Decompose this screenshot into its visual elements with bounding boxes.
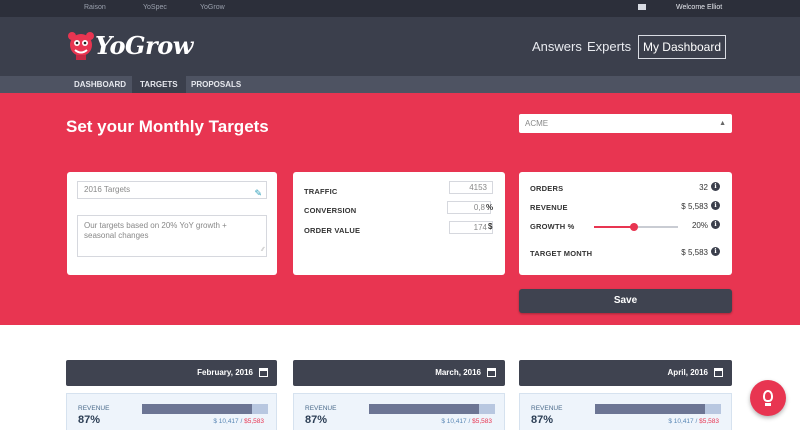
logo-wordmark[interactable]: YoGrow (95, 31, 193, 60)
month-title: April, 2016 (667, 368, 708, 377)
revenue-value: $ 5,583 (681, 202, 708, 211)
lightbulb-icon (763, 390, 773, 402)
conversion-unit: % (486, 203, 494, 212)
info-icon[interactable]: i (711, 247, 720, 256)
target-note-textarea[interactable]: Our targets based on 20% YoY growth + se… (77, 215, 267, 257)
calendar-icon[interactable] (259, 368, 268, 377)
conversion-input[interactable]: 0,8 (447, 201, 491, 214)
revenue-target: $5,583 (244, 418, 264, 425)
target-name-input[interactable]: 2016 Targets ✎ (77, 181, 267, 199)
order-value-unit: $ (488, 222, 493, 231)
growth-label: GROWTH % (530, 222, 575, 231)
revenue-progress-fill (595, 404, 705, 414)
revenue-progress-bar (595, 404, 721, 414)
nav-answers[interactable]: Answers (532, 39, 582, 54)
main-header: YoGrow Answers Experts My Dashboard (0, 17, 800, 76)
top-bar: Raison YoSpec YoGrow Welcome Elliot (0, 0, 800, 17)
traffic-input[interactable]: 4153 (449, 181, 493, 194)
conversion-label: CONVERSION (304, 206, 357, 215)
info-icon[interactable]: i (711, 201, 720, 210)
revenue-label: REVENUE (78, 405, 110, 412)
welcome-text: Welcome Elliot (676, 4, 723, 11)
revenue-actual: $ 10,417 (213, 418, 239, 425)
select-arrows-icon: ▲ (719, 120, 726, 127)
results-card: ORDERS 32 i REVENUE $ 5,583 i GROWTH % 2… (519, 172, 732, 275)
info-icon[interactable]: i (711, 220, 720, 229)
revenue-progress-fill (142, 404, 252, 414)
revenue-label: REVENUE (531, 405, 563, 412)
save-button[interactable]: Save (519, 289, 732, 313)
help-button[interactable] (750, 380, 786, 416)
growth-value: 20% (691, 221, 708, 230)
revenue-percent: 87% (305, 414, 328, 426)
lightbulb-base (765, 403, 771, 406)
order-value-label: ORDER VALUE (304, 226, 361, 235)
orders-value: 32 (699, 183, 708, 192)
revenue-progress-bar (142, 404, 268, 414)
order-value-input[interactable]: 174 (449, 221, 493, 234)
page-title: Set your Monthly Targets (66, 117, 269, 136)
revenue-separator: / (695, 418, 698, 425)
calendar-icon[interactable] (487, 368, 496, 377)
target-note-value: Our targets based on 20% YoY growth + se… (84, 221, 227, 240)
month-card-april: REVENUE 87% $ 10,417 / $5,583 (519, 393, 732, 430)
traffic-label: TRAFFIC (304, 187, 338, 196)
revenue-separator: / (240, 418, 243, 425)
revenue-label: REVENUE (530, 203, 568, 212)
my-dashboard-button[interactable]: My Dashboard (638, 35, 726, 59)
company-select[interactable]: ACME ▲ (519, 114, 732, 133)
revenue-progress-bar (369, 404, 495, 414)
info-icon[interactable]: i (711, 182, 720, 191)
resize-grip-icon[interactable]: ∕∕ (262, 245, 264, 255)
wand-icon[interactable]: ✎ (254, 185, 262, 201)
traffic-inputs-card: TRAFFIC 4153 CONVERSION 0,8 % ORDER VALU… (293, 172, 505, 275)
target-month-label: TARGET MONTH (530, 249, 593, 258)
calendar-icon[interactable] (714, 368, 723, 377)
revenue-target: $5,583 (472, 418, 492, 425)
revenue-percent: 87% (78, 414, 101, 426)
nav-experts[interactable]: Experts (587, 39, 631, 54)
month-card-march: REVENUE 87% $ 10,417 / $5,583 (293, 393, 505, 430)
mail-icon[interactable] (638, 4, 646, 10)
month-header-march[interactable]: March, 2016 (293, 360, 505, 386)
topbar-link-yogrow[interactable]: YoGrow (200, 4, 225, 11)
month-title: February, 2016 (197, 368, 253, 377)
target-month-value: $ 5,583 (681, 248, 708, 257)
topbar-link-yospec[interactable]: YoSpec (143, 4, 167, 11)
tab-proposals[interactable]: PROPOSALS (183, 76, 249, 93)
tab-dashboard[interactable]: DASHBOARD (66, 76, 134, 93)
target-name-value: 2016 Targets (84, 185, 131, 194)
revenue-amounts: $ 10,417 / $5,583 (441, 418, 492, 425)
company-select-value: ACME (525, 119, 549, 128)
revenue-actual: $ 10,417 (668, 418, 694, 425)
revenue-separator: / (468, 418, 471, 425)
month-header-february[interactable]: February, 2016 (66, 360, 277, 386)
revenue-progress-fill (369, 404, 479, 414)
revenue-target: $5,583 (699, 418, 719, 425)
growth-slider[interactable] (594, 223, 678, 231)
topbar-link-raison[interactable]: Raison (84, 4, 106, 11)
revenue-amounts: $ 10,417 / $5,583 (668, 418, 719, 425)
revenue-amounts: $ 10,417 / $5,583 (213, 418, 264, 425)
month-title: March, 2016 (435, 368, 481, 377)
growth-slider-fill (594, 226, 635, 228)
target-name-card: 2016 Targets ✎ Our targets based on 20% … (67, 172, 277, 275)
month-header-april[interactable]: April, 2016 (519, 360, 732, 386)
tab-targets[interactable]: TARGETS (132, 76, 186, 93)
revenue-percent: 87% (531, 414, 554, 426)
revenue-label: REVENUE (305, 405, 337, 412)
month-card-february: REVENUE 87% $ 10,417 / $5,583 (66, 393, 277, 430)
sub-navigation: DASHBOARD TARGETS PROPOSALS (0, 76, 800, 93)
orders-label: ORDERS (530, 184, 564, 193)
revenue-actual: $ 10,417 (441, 418, 467, 425)
